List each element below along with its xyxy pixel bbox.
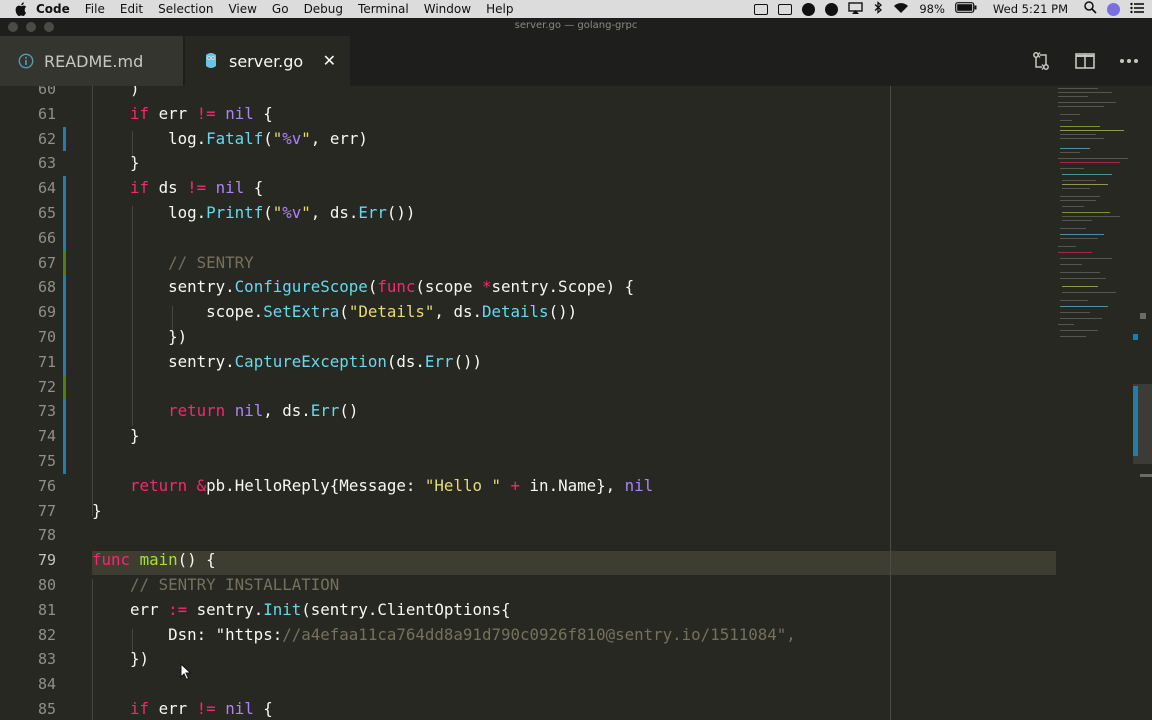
code-line[interactable]: log.Printf("%v", ds.Err()) (92, 201, 415, 226)
window-title: server.go — golang-grpc (514, 20, 638, 31)
line-number[interactable]: 63 (0, 151, 56, 176)
menu-debug[interactable]: Debug (304, 2, 343, 16)
line-number[interactable]: 73 (0, 399, 56, 424)
line-number[interactable]: 75 (0, 449, 56, 474)
screen-record-icon[interactable] (754, 3, 769, 15)
code-line[interactable]: func main() { (92, 548, 216, 573)
tab-server-go[interactable]: server.go ✕ (185, 36, 350, 86)
go-gopher-icon (203, 53, 219, 69)
current-line-highlight (92, 550, 1056, 576)
tab-label: README.md (44, 51, 144, 71)
apple-menu-icon[interactable] (14, 2, 28, 16)
code-line[interactable]: if ds != nil { (92, 176, 263, 201)
menu-file[interactable]: File (85, 2, 105, 16)
code-line[interactable]: } (92, 499, 102, 524)
menubar-clock[interactable]: Wed 5:21 PM (993, 2, 1068, 16)
spotlight-search-icon[interactable] (1084, 1, 1097, 17)
tab-label: server.go (229, 51, 304, 71)
menu-terminal[interactable]: Terminal (358, 2, 409, 16)
line-number[interactable]: 82 (0, 623, 56, 648)
line-number[interactable]: 61 (0, 102, 56, 127)
line-number[interactable]: 66 (0, 226, 56, 251)
line-number[interactable]: 76 (0, 474, 56, 499)
code-line[interactable]: }) (92, 325, 187, 350)
battery-percent: 98% (919, 2, 945, 16)
code-line[interactable]: err := sentry.Init(sentry.ClientOptions{ (92, 598, 510, 623)
gutter-modified-marker (63, 126, 66, 152)
line-number[interactable]: 71 (0, 350, 56, 375)
code-line[interactable]: ) (92, 86, 140, 102)
line-number[interactable]: 65 (0, 201, 56, 226)
siri-icon[interactable] (1107, 2, 1120, 16)
editor-ruler (890, 86, 891, 720)
more-actions-icon[interactable] (1118, 50, 1140, 72)
code-line[interactable]: }) (92, 647, 149, 672)
window-titlebar: server.go — golang-grpc (0, 18, 1152, 36)
line-number[interactable]: 69 (0, 300, 56, 325)
line-number[interactable]: 81 (0, 598, 56, 623)
gutter-modified-marker (63, 275, 66, 375)
menu-help[interactable]: Help (486, 2, 513, 16)
code-line[interactable]: } (92, 151, 140, 176)
editor-tab-bar: README.md server.go ✕ (0, 36, 1152, 86)
line-number[interactable]: 77 (0, 499, 56, 524)
code-line[interactable]: scope.SetExtra("Details", ds.Details()) (92, 300, 577, 325)
code-line[interactable]: // SENTRY (92, 251, 254, 276)
line-number[interactable]: 67 (0, 251, 56, 276)
menu-view[interactable]: View (228, 2, 256, 16)
line-number[interactable]: 84 (0, 672, 56, 697)
info-icon (18, 53, 34, 69)
airplay-icon[interactable] (848, 1, 864, 17)
line-number[interactable]: 70 (0, 325, 56, 350)
line-number[interactable]: 85 (0, 697, 56, 720)
menu-window[interactable]: Window (424, 2, 471, 16)
code-line[interactable]: return nil, ds.Err() (92, 399, 358, 424)
wifi-icon[interactable] (893, 2, 909, 17)
gutter-modified-marker (63, 399, 66, 474)
code-line[interactable]: log.Fatalf("%v", err) (92, 127, 368, 152)
code-line[interactable]: Dsn: "https://a4efaa11ca764dd8a91d790c09… (92, 623, 796, 648)
gutter-added-marker (63, 250, 66, 276)
code-line[interactable]: if err != nil { (92, 102, 273, 127)
code-line[interactable]: sentry.ConfigureScope(func(scope *sentry… (92, 275, 634, 300)
open-changes-icon[interactable] (1030, 50, 1052, 72)
macos-menubar: Code File Edit Selection View Go Debug T… (0, 0, 1152, 18)
line-number[interactable]: 74 (0, 424, 56, 449)
mouse-pointer-icon (180, 662, 192, 685)
battery-icon[interactable] (955, 2, 977, 16)
menu-selection[interactable]: Selection (158, 2, 213, 16)
menu-go[interactable]: Go (272, 2, 289, 16)
status-app-icon[interactable] (802, 2, 816, 16)
tab-readme[interactable]: README.md (0, 36, 183, 86)
gutter-added-marker (63, 374, 66, 400)
notification-center-icon[interactable] (1130, 2, 1144, 17)
code-line[interactable]: // SENTRY INSTALLATION (92, 573, 339, 598)
line-number[interactable]: 83 (0, 647, 56, 672)
bi-app-icon[interactable] (778, 3, 793, 15)
menu-edit[interactable]: Edit (120, 2, 143, 16)
split-editor-icon[interactable] (1074, 50, 1096, 72)
close-tab-icon[interactable]: ✕ (323, 51, 336, 70)
code-line[interactable]: return &pb.HelloReply{Message: "Hello " … (92, 474, 653, 499)
line-number[interactable]: 78 (0, 523, 56, 548)
line-number[interactable]: 60 (0, 86, 56, 102)
editor-actions (1030, 50, 1140, 72)
pointer-app-icon[interactable] (825, 2, 839, 16)
line-number[interactable]: 79 (0, 548, 56, 573)
vertical-scrollbar[interactable] (1133, 86, 1152, 720)
code-line[interactable]: } (92, 424, 140, 449)
bluetooth-icon[interactable] (873, 1, 883, 17)
gutter-modified-marker (63, 176, 66, 251)
line-number[interactable]: 64 (0, 176, 56, 201)
line-number[interactable]: 68 (0, 275, 56, 300)
code-line[interactable]: sentry.CaptureException(ds.Err()) (92, 350, 482, 375)
line-number[interactable]: 62 (0, 127, 56, 152)
line-number[interactable]: 72 (0, 375, 56, 400)
code-editor[interactable]: 60 ) 61 if err != nil { 62 log.Fatalf("%v"… (0, 86, 1152, 720)
line-number[interactable]: 80 (0, 573, 56, 598)
minimap[interactable] (1056, 86, 1131, 720)
code-line[interactable]: if err != nil { (92, 697, 273, 720)
menu-code[interactable]: Code (36, 2, 70, 16)
